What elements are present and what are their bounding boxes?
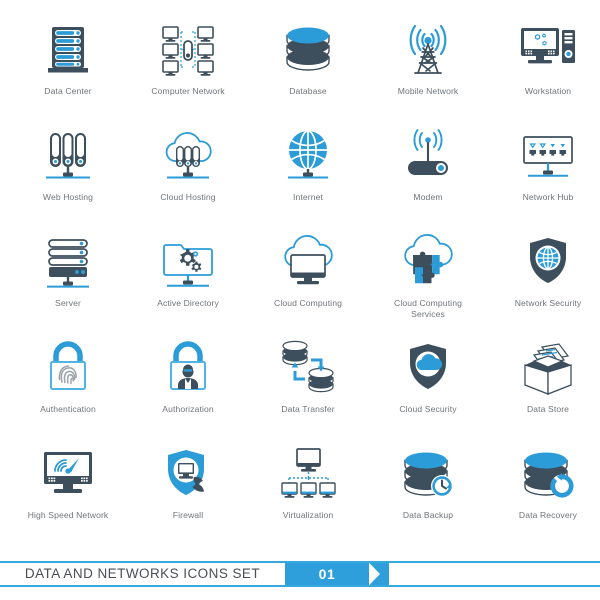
icon-label: Virtualization (282, 510, 334, 520)
icon-cell-internet[interactable]: Internet (248, 124, 368, 230)
network-hub-icon (515, 124, 581, 190)
icon-label: Data Transfer (281, 404, 335, 414)
icon-cell-data-transfer[interactable]: Data Transfer (248, 336, 368, 442)
icon-cell-data-store[interactable]: Data Store (488, 336, 600, 442)
workstation-icon (515, 18, 581, 84)
icon-cell-virtualization[interactable]: Virtualization (248, 442, 368, 548)
icon-cell-modem[interactable]: Modem (368, 124, 488, 230)
database-icon (275, 18, 341, 84)
icon-label: Authorization (162, 404, 214, 414)
cloud-hosting-icon (155, 124, 221, 190)
icon-label: Cloud Security (399, 404, 457, 414)
high-speed-network-icon (35, 442, 101, 508)
icon-cell-active-directory[interactable]: Active Directory (128, 230, 248, 336)
network-security-icon (515, 230, 581, 296)
data-backup-icon (395, 442, 461, 508)
authorization-icon (155, 336, 221, 402)
active-directory-icon (155, 230, 221, 296)
icon-cell-network-hub[interactable]: Network Hub (488, 124, 600, 230)
data-recovery-icon (515, 442, 581, 508)
icon-cell-workstation[interactable]: Workstation (488, 18, 600, 124)
icon-label: Web Hosting (42, 192, 94, 202)
icon-label: Firewall (172, 510, 204, 520)
data-store-icon (515, 336, 581, 402)
banner-title: DATA AND NETWORKS ICONS SET (0, 562, 285, 586)
icon-cell-server[interactable]: Server (8, 230, 128, 336)
icon-label: Workstation (524, 86, 572, 96)
icon-cell-cloud-hosting[interactable]: Cloud Hosting (128, 124, 248, 230)
icon-label: Network Hub (522, 192, 574, 202)
data-center-icon (35, 18, 101, 84)
internet-globe-icon (275, 124, 341, 190)
virtualization-icon (275, 442, 341, 508)
icon-label: Computer Network (151, 86, 225, 96)
cloud-computing-icon (275, 230, 341, 296)
icon-cell-data-backup[interactable]: Data Backup (368, 442, 488, 548)
icon-grid: Data Center Computer Network Database Mo… (0, 18, 600, 548)
icon-label: Modem (413, 192, 443, 202)
icon-label: Data Center (44, 86, 92, 96)
mobile-network-icon (395, 18, 461, 84)
icon-cell-authorization[interactable]: Authorization (128, 336, 248, 442)
icon-cell-cloud-security[interactable]: Cloud Security (368, 336, 488, 442)
icon-label: Network Security (514, 298, 582, 308)
modem-icon (395, 124, 461, 190)
banner-tail-chevron (369, 562, 389, 586)
icon-label: Active Directory (157, 298, 219, 308)
computer-network-icon (155, 18, 221, 84)
icon-label: Cloud Hosting (160, 192, 216, 202)
icon-cell-cloud-computing[interactable]: Cloud Computing (248, 230, 368, 336)
cloud-computing-services-icon (395, 230, 461, 296)
icon-label: Data Recovery (518, 510, 578, 520)
icon-cell-mobile-network[interactable]: Mobile Network (368, 18, 488, 124)
web-hosting-icon (35, 124, 101, 190)
icon-cell-computer-network[interactable]: Computer Network (128, 18, 248, 124)
icon-label: High Speed Network (27, 510, 109, 520)
icon-label: Internet (293, 192, 323, 202)
banner-bottom-rule (0, 585, 600, 587)
banner-set-number: 01 (285, 562, 369, 586)
icon-cell-data-center[interactable]: Data Center (8, 18, 128, 124)
icon-cell-cloud-computing-services[interactable]: Cloud Computing Services (368, 230, 488, 336)
icon-cell-database[interactable]: Database (248, 18, 368, 124)
icon-cell-network-security[interactable]: Network Security (488, 230, 600, 336)
icon-cell-high-speed-network[interactable]: High Speed Network (8, 442, 128, 548)
cloud-security-icon (395, 336, 461, 402)
icon-cell-data-recovery[interactable]: Data Recovery (488, 442, 600, 548)
icon-label: Data Store (526, 404, 570, 414)
footer-banner: DATA AND NETWORKS ICONS SET 01 (0, 561, 600, 587)
icon-label: Data Backup (402, 510, 454, 520)
icon-label: Database (289, 86, 327, 96)
authentication-icon (35, 336, 101, 402)
banner-bar: DATA AND NETWORKS ICONS SET 01 (0, 562, 389, 586)
icon-sheet: Data Center Computer Network Database Mo… (0, 0, 600, 600)
icon-label: Server (55, 298, 81, 308)
icon-cell-authentication[interactable]: Authentication (8, 336, 128, 442)
firewall-icon (155, 442, 221, 508)
icon-label: Authentication (40, 404, 96, 414)
icon-label: Cloud Computing (274, 298, 342, 308)
icon-cell-web-hosting[interactable]: Web Hosting (8, 124, 128, 230)
icon-cell-firewall[interactable]: Firewall (128, 442, 248, 548)
data-transfer-icon (275, 336, 341, 402)
icon-label: Mobile Network (397, 86, 459, 96)
icon-label: Cloud Computing Services (394, 298, 462, 319)
server-icon (35, 230, 101, 296)
